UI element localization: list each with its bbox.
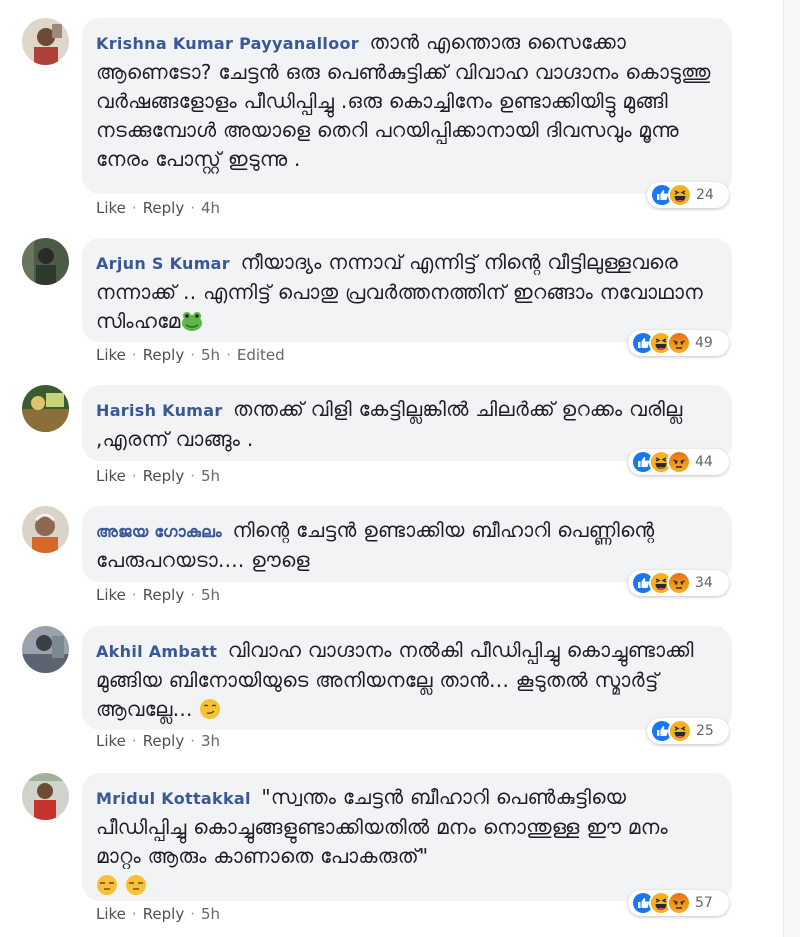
edited-label[interactable]: Edited (237, 346, 285, 364)
avatar[interactable] (22, 773, 69, 820)
reaction-summary[interactable]: 34 (628, 570, 729, 596)
like-link[interactable]: Like (96, 905, 126, 923)
like-link[interactable]: Like (96, 586, 126, 604)
frog-emoji-icon (181, 310, 203, 332)
comment-actions: Like · Reply · 4h (96, 199, 221, 217)
like-link[interactable]: Like (96, 732, 126, 750)
avatar[interactable] (22, 238, 69, 285)
like-link[interactable]: Like (96, 467, 126, 485)
reaction-count: 44 (695, 454, 713, 470)
reply-link[interactable]: Reply (143, 732, 185, 750)
avatar[interactable] (22, 626, 69, 673)
angry-reaction-icon (667, 891, 691, 915)
unamused-emoji-icon (125, 874, 147, 896)
unamused-emoji-icon (96, 874, 118, 896)
scrollbar-track[interactable] (783, 0, 800, 937)
comment-bubble: Krishna Kumar Payyanalloor താൻ എന്തൊരു സ… (82, 18, 732, 194)
haha-reaction-icon (668, 183, 692, 207)
haha-reaction-icon (668, 719, 692, 743)
reaction-summary[interactable]: 25 (647, 718, 729, 744)
like-link[interactable]: Like (96, 346, 126, 364)
reply-link[interactable]: Reply (143, 346, 185, 364)
reaction-summary[interactable]: 24 (647, 182, 729, 208)
avatar[interactable] (22, 385, 69, 432)
angry-reaction-icon (667, 571, 691, 595)
reaction-summary[interactable]: 57 (628, 890, 729, 916)
comment-actions: Like · Reply · 5h (96, 586, 221, 604)
comment-bubble: Akhil Ambatt വിവാഹ വാഗ്ദാനം നൽകി പീഡിപ്പ… (82, 626, 732, 730)
comment-actions: Like · Reply · 5h (96, 905, 221, 923)
comment-timestamp[interactable]: 5h (201, 905, 220, 923)
reply-link[interactable]: Reply (143, 467, 185, 485)
comment-author[interactable]: Arjun S Kumar (96, 254, 230, 273)
reaction-count: 34 (695, 575, 713, 591)
comment-author[interactable]: Mridul Kottakkal (96, 789, 251, 808)
comment-bubble: Mridul Kottakkal "സ്വന്തം ചേട്ടൻ ബീഹാറി … (82, 773, 732, 901)
comment-timestamp[interactable]: 5h (201, 346, 220, 364)
comment-author[interactable]: Akhil Ambatt (96, 642, 217, 661)
comment-timestamp[interactable]: 5h (201, 586, 220, 604)
comment-author[interactable]: Harish Kumar (96, 401, 223, 420)
reply-link[interactable]: Reply (143, 586, 185, 604)
reply-link[interactable]: Reply (143, 905, 185, 923)
comment-actions: Like · Reply · 3h (96, 732, 221, 750)
comment-timestamp[interactable]: 3h (201, 732, 220, 750)
avatar[interactable] (22, 18, 69, 65)
angry-reaction-icon (667, 450, 691, 474)
reaction-count: 25 (696, 723, 714, 739)
comment-bubble: Arjun S Kumar നീയാദ്യം നന്നാവ് എന്നിട്ട്… (82, 238, 732, 342)
avatar[interactable] (22, 506, 69, 553)
comment-author[interactable]: അജയ ഗോകുലം (96, 522, 222, 541)
comment-timestamp[interactable]: 4h (201, 199, 220, 217)
reaction-count: 49 (695, 335, 713, 351)
angry-reaction-icon (667, 331, 691, 355)
smirk-emoji-icon (199, 698, 221, 720)
reaction-summary[interactable]: 44 (628, 449, 729, 475)
reaction-count: 24 (696, 187, 714, 203)
comment-author[interactable]: Krishna Kumar Payyanalloor (96, 34, 359, 53)
reaction-summary[interactable]: 49 (628, 330, 729, 356)
like-link[interactable]: Like (96, 199, 126, 217)
comment-timestamp[interactable]: 5h (201, 467, 220, 485)
comment-actions: Like · Reply · 5h (96, 467, 221, 485)
reply-link[interactable]: Reply (143, 199, 185, 217)
reaction-count: 57 (695, 895, 713, 911)
comment-actions: Like · Reply · 5h · Edited (96, 346, 285, 364)
